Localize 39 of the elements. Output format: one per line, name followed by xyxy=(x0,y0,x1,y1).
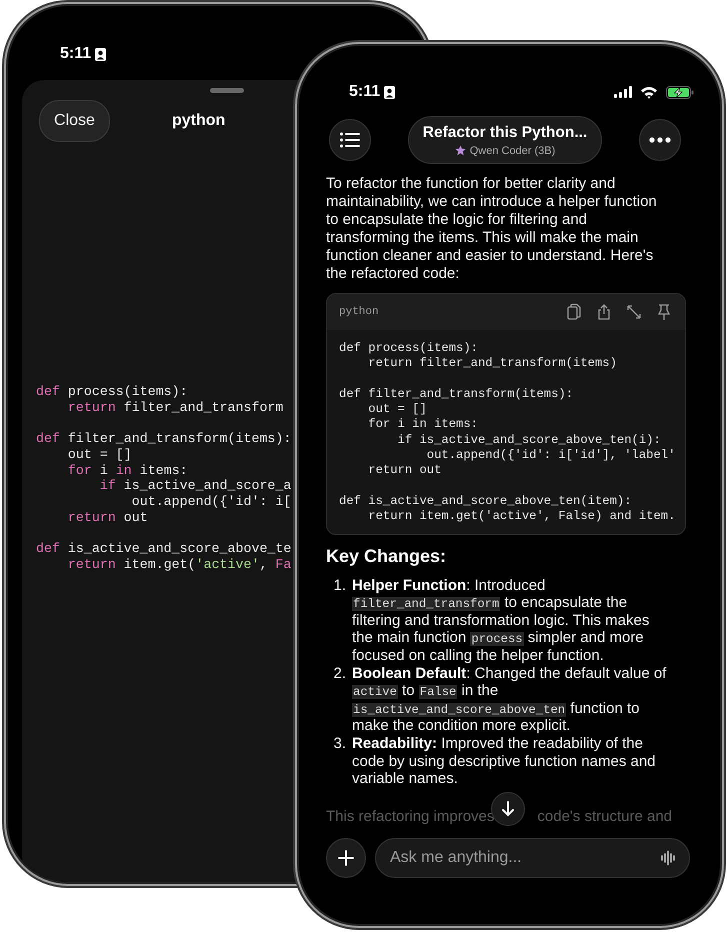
voice-icon[interactable] xyxy=(660,850,676,866)
chat-title-pill[interactable]: Refactor this Python... Qwen Coder (3B) xyxy=(408,116,602,164)
sheet-grabber[interactable] xyxy=(210,88,244,93)
list-number: 2. xyxy=(332,664,346,684)
menu-icon xyxy=(340,132,360,148)
more-icon xyxy=(649,137,671,143)
add-button[interactable] xyxy=(326,838,366,878)
code-language: python xyxy=(339,306,380,318)
list-number: 3. xyxy=(332,734,346,754)
more-button[interactable] xyxy=(639,119,681,161)
message-input[interactable]: Ask me anything... xyxy=(375,838,690,878)
section-heading: Key Changes: xyxy=(326,546,448,567)
sheet-title: python xyxy=(172,112,226,130)
star-icon xyxy=(454,145,466,156)
chat-title: Refactor this Python... xyxy=(422,124,588,142)
list-item-text: Helper Function: Introduced filter_and_transform to encapsulate the filtering and transformation logic. This makes the main function process simpler and more focused on calling the helper function. xyxy=(352,576,650,665)
battery-charging-icon xyxy=(666,86,694,98)
pin-icon[interactable] xyxy=(655,303,673,321)
message-text: To refactor the function for better clarity and maintainability, we can introduce a helper function to encapsulate the logic for filtering and transforming the items. This will make the main function cleaner and easier to understand. Here's the refactored code: xyxy=(326,175,658,283)
close-button[interactable]: Close xyxy=(39,100,110,142)
code-text: def process(items): return filter_and_transform(items) def filter_and_transform(items): out = [] for i in items: if is_active_and_score_above_ten(i): out.append({'id': i['id'], 'label' return out def is_active_and_score_above_ten(item): return item.get('active', False) and item. xyxy=(338,340,676,526)
model-name: Qwen Coder (3B) xyxy=(470,144,556,156)
message-text: This refactoring improves xyxy=(326,808,494,826)
status-time: 5:11 xyxy=(60,45,92,63)
person-icon xyxy=(95,48,106,60)
message-text: code's structure and xyxy=(537,808,672,826)
status-time: 5:11 xyxy=(349,83,380,101)
list-item-text: Readability: Improved the readability of the code by using descriptive function names and variable names. xyxy=(352,734,657,788)
wifi-icon xyxy=(640,86,658,98)
expand-icon[interactable] xyxy=(625,303,643,321)
person-icon xyxy=(384,86,396,98)
plus-icon xyxy=(338,850,354,866)
menu-button[interactable] xyxy=(329,119,371,161)
arrow-down-icon xyxy=(501,801,515,817)
copy-icon[interactable] xyxy=(565,303,583,321)
list-item-text: Boolean Default: Changed the default value of active to False in the is_active_and_score_above_ten function to make the condition more explicit. xyxy=(352,664,668,735)
code-text: def process(items): return filter_and_transform def filter_and_transform(items): out = [] for i in items: if is_active_and_score_a out.append({'id': i[ return out def is_active_and_score_above_te return item.get('active', Fa xyxy=(36,384,292,572)
signal-icon xyxy=(614,86,632,98)
list-number: 1. xyxy=(332,576,346,596)
